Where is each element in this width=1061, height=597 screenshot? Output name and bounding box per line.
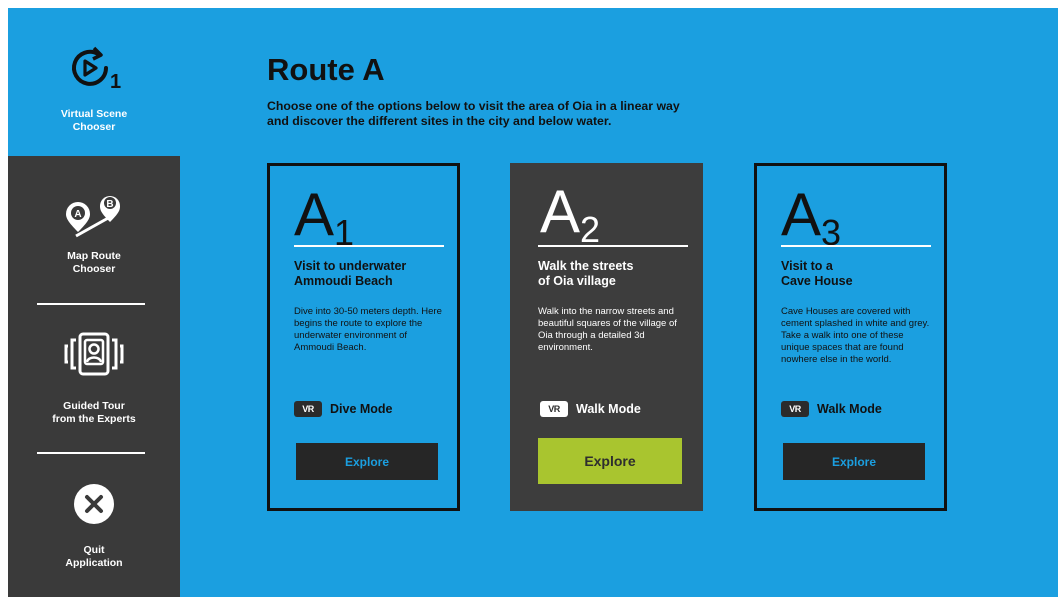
card-letter: A	[294, 181, 335, 248]
sidebar-item-label: Guided Tour from the Experts	[52, 400, 136, 425]
card-divider	[781, 245, 931, 247]
page-description: Choose one of the options below to visit…	[267, 99, 680, 128]
card-number: 2	[580, 209, 601, 250]
map-pins-icon: A B	[66, 196, 120, 238]
card-description: Dive into 30-50 meters depth. Here begin…	[294, 306, 442, 353]
pin-a-label: A	[74, 209, 81, 220]
route-card-a2: A2 Walk the streets of Oia village Walk …	[510, 163, 703, 511]
card-title: Walk the streets of Oia village	[538, 259, 634, 288]
route-card-a3: A3 Visit to a Cave House Cave Houses are…	[754, 163, 947, 511]
sidebar-menu: A B Map Route Chooser Guided Tour from t…	[8, 156, 180, 597]
card-heading: A1	[294, 182, 354, 266]
sidebar-top: 1 Virtual Scene Chooser	[8, 8, 180, 156]
sidebar-item-virtual-scene-chooser[interactable]: 1 Virtual Scene Chooser	[8, 44, 180, 134]
close-icon	[74, 484, 114, 524]
mode-indicator: VR Walk Mode	[540, 401, 641, 417]
explore-button[interactable]: Explore	[538, 438, 682, 484]
route-card-a1: A1 Visit to underwater Ammoudi Beach Div…	[267, 163, 460, 511]
vr-icon: VR	[294, 401, 322, 417]
expert-guide-icon	[64, 332, 124, 376]
app-screen: 1 Virtual Scene Chooser A B Map Route Ch…	[8, 8, 1058, 597]
replay-play-icon: 1	[72, 46, 121, 93]
mode-label: Walk Mode	[817, 402, 882, 416]
card-description: Walk into the narrow streets and beautif…	[538, 306, 677, 353]
mode-indicator: VR Walk Mode	[781, 401, 882, 417]
card-divider	[538, 245, 688, 247]
card-description: Cave Houses are covered with cement spla…	[781, 306, 930, 365]
mode-label: Dive Mode	[330, 402, 393, 416]
card-heading: A2	[540, 179, 600, 263]
sidebar-item-map-route-chooser[interactable]: A B Map Route Chooser	[8, 186, 180, 276]
mode-label: Walk Mode	[576, 402, 641, 416]
pin-b-label: B	[106, 199, 113, 210]
sidebar-divider	[37, 303, 145, 305]
card-title: Visit to a Cave House	[781, 259, 853, 288]
card-divider	[294, 245, 444, 247]
explore-button[interactable]: Explore	[783, 443, 925, 480]
mode-indicator: VR Dive Mode	[294, 401, 393, 417]
sidebar-divider	[37, 452, 145, 454]
card-letter: A	[540, 178, 581, 245]
vr-icon: VR	[781, 401, 809, 417]
page-title: Route A	[267, 52, 385, 87]
scene-number-badge: 1	[110, 71, 121, 93]
explore-button[interactable]: Explore	[296, 443, 438, 480]
sidebar-item-guided-tour[interactable]: Guided Tour from the Experts	[8, 328, 180, 426]
card-heading: A3	[781, 182, 841, 266]
card-letter: A	[781, 181, 822, 248]
sidebar-item-label: Virtual Scene Chooser	[60, 108, 128, 133]
sidebar-item-quit-application[interactable]: Quit Application	[8, 482, 180, 570]
card-title: Visit to underwater Ammoudi Beach	[294, 259, 407, 288]
vr-icon: VR	[540, 401, 568, 417]
sidebar-item-label: Map Route Chooser	[67, 250, 121, 275]
sidebar-item-label: Quit Application	[65, 544, 123, 569]
